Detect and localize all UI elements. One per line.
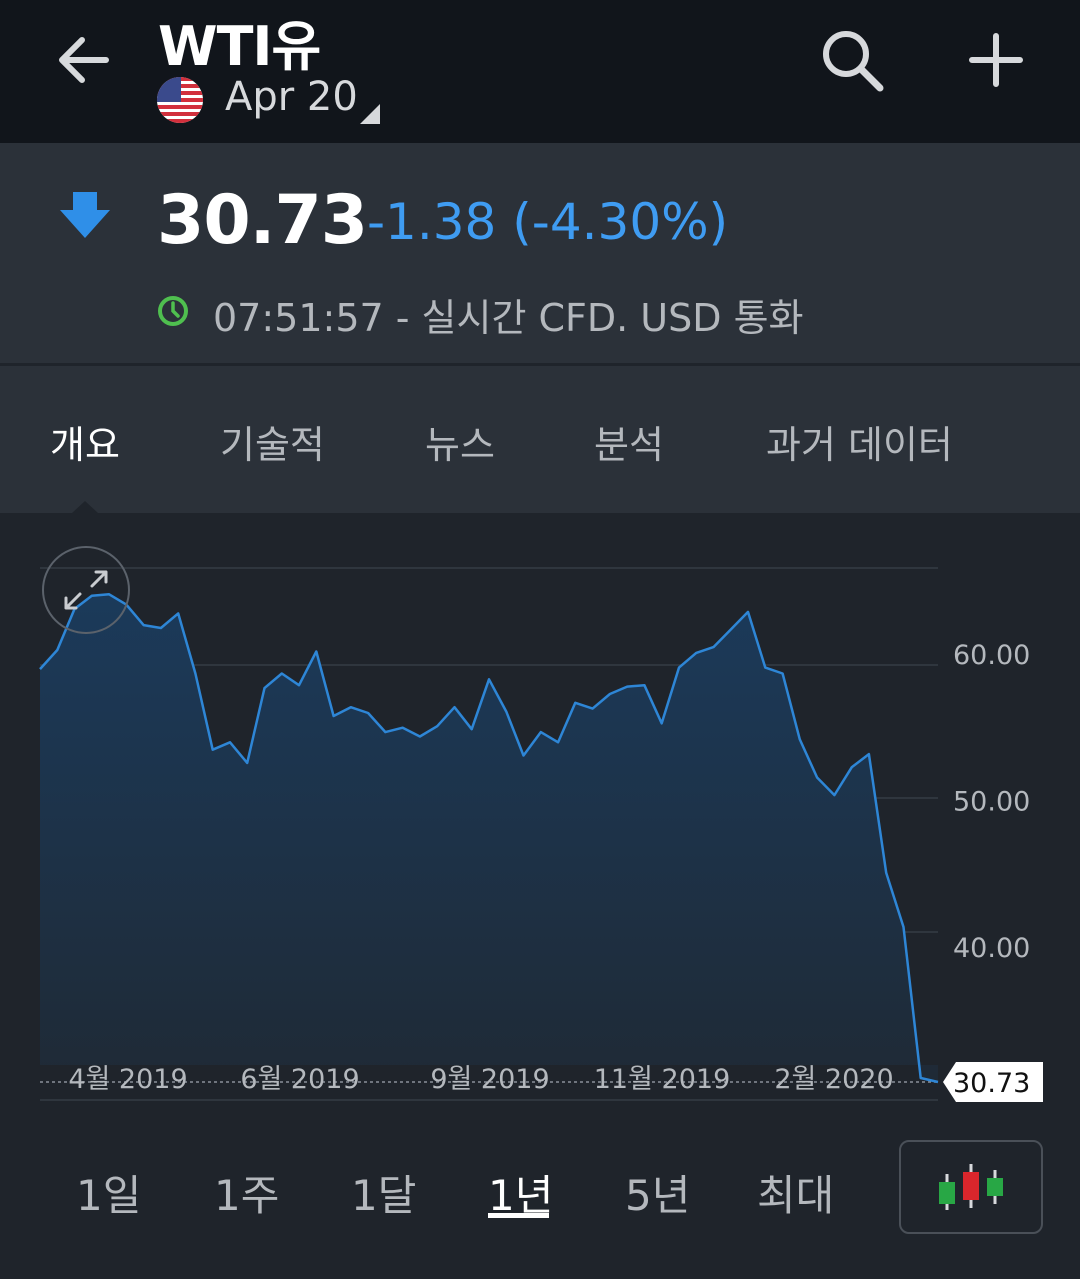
y-tick-label: 60.00 (953, 640, 1030, 671)
price-chart[interactable]: 40.00 50.00 60.00 30.73 4월 2019 6월 2019 9월 201… (0, 513, 1080, 1113)
active-range-underline (488, 1213, 549, 1218)
y-tick-label: 50.00 (953, 787, 1030, 818)
caret-icon[interactable] (360, 104, 380, 124)
range-max[interactable]: 최대 (757, 1162, 834, 1223)
time-range-selector: 1일 1주 1달 1년 5년 최대 (0, 1140, 1080, 1240)
plus-icon (969, 33, 1023, 87)
clock-icon (158, 296, 188, 326)
section-tabs: 개요 기술적 뉴스 분석 과거 데이터 (0, 366, 1080, 513)
x-tick-label: 6월 2019 (240, 1064, 359, 1095)
y-tick-label: 40.00 (953, 933, 1030, 964)
x-tick-label: 11월 2019 (594, 1064, 731, 1095)
area-fill (40, 594, 938, 1082)
tab-analysis[interactable]: 분석 (594, 414, 664, 469)
tab-news[interactable]: 뉴스 (425, 414, 495, 469)
tab-historical-data[interactable]: 과거 데이터 (766, 414, 953, 469)
candlestick-icon (939, 1164, 1003, 1210)
tab-overview[interactable]: 개요 (50, 414, 120, 469)
quote-panel: 30.73 -1.38 (-4.30%) 07:51:57 - 실시간 CFD.… (0, 143, 1080, 363)
expand-chart-button[interactable] (42, 546, 130, 634)
range-1-day[interactable]: 1일 (76, 1162, 141, 1223)
range-5-year[interactable]: 5년 (625, 1162, 690, 1223)
x-tick-label: 4월 2019 (68, 1064, 187, 1095)
range-1-week[interactable]: 1주 (214, 1162, 279, 1223)
chart-type-button[interactable] (899, 1140, 1043, 1234)
last-price: 30.73 (157, 181, 368, 260)
us-flag-icon (157, 77, 203, 123)
quote-time-info: 07:51:57 - 실시간 CFD. USD 통화 (213, 296, 804, 340)
down-arrow-icon (60, 192, 110, 238)
arrow-left-icon (59, 37, 109, 83)
tab-technical[interactable]: 기술적 (220, 414, 325, 469)
search-button[interactable] (818, 26, 886, 94)
last-value-label: 30.73 (953, 1068, 1030, 1099)
expand-icon (64, 570, 108, 610)
top-bar: WTI유 Apr 20 (0, 0, 1080, 143)
contract-selector[interactable]: Apr 20 (225, 74, 358, 120)
x-tick-label: 2월 2020 (774, 1064, 893, 1095)
search-icon (823, 31, 884, 92)
range-1-month[interactable]: 1달 (351, 1162, 416, 1223)
instrument-title: WTI유 (158, 15, 321, 78)
add-to-watchlist-button[interactable] (966, 30, 1026, 90)
chart-svg: 40.00 50.00 60.00 30.73 4월 2019 6월 2019 9월 201… (39, 567, 1043, 1102)
price-change: -1.38 (-4.30%) (367, 193, 729, 251)
back-button[interactable] (52, 28, 116, 92)
x-tick-label: 9월 2019 (430, 1064, 549, 1095)
active-tab-pointer (72, 501, 98, 513)
